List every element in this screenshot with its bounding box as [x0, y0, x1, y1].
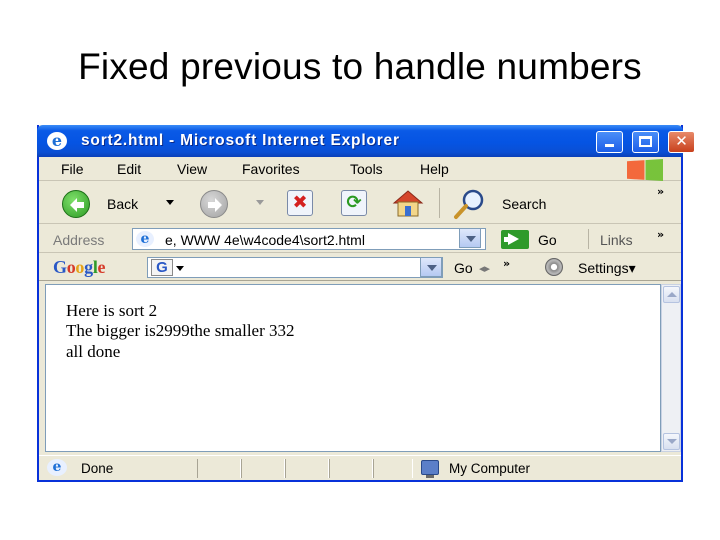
search-button[interactable]: Search [502, 196, 546, 212]
stop-icon: ✖ [292, 192, 308, 213]
google-menu-dropdown-icon[interactable] [176, 266, 184, 271]
page-text-line: The bigger is2999the smaller 332 [66, 321, 295, 340]
go-button[interactable]: Go [538, 232, 557, 248]
status-page-icon: e [47, 459, 67, 476]
google-settings-button[interactable]: Settings▾ [578, 260, 636, 277]
status-pane [329, 459, 373, 478]
links-separator [588, 229, 589, 249]
address-input[interactable]: e e, WWW 4e\w4code4\sort2.html [132, 228, 486, 250]
page-content: Here is sort 2 The bigger is2999the smal… [45, 284, 661, 452]
google-overflow-icon[interactable]: » [503, 257, 510, 270]
page-icon: e [136, 231, 154, 247]
menu-favorites[interactable]: Favorites [242, 161, 300, 177]
status-pane [197, 459, 241, 478]
toolbar-separator [439, 188, 440, 218]
google-search-dropdown-button[interactable] [420, 257, 442, 277]
menu-file[interactable]: File [61, 161, 84, 177]
back-button[interactable] [62, 190, 90, 218]
address-dropdown-button[interactable] [459, 228, 481, 248]
google-logo-letter: o [75, 257, 85, 277]
google-toolbar: Google G Go ◂▸ » Settings▾ [39, 253, 681, 281]
my-computer-icon [421, 460, 439, 478]
forward-dropdown-icon[interactable] [256, 200, 264, 205]
search-icon[interactable] [453, 188, 487, 220]
google-go-button[interactable]: Go [454, 260, 473, 276]
home-button[interactable] [391, 188, 425, 218]
menu-tools[interactable]: Tools [350, 161, 383, 177]
refresh-icon: ⟳ [346, 192, 362, 213]
google-logo-letter: g [84, 257, 93, 277]
stop-button[interactable]: ✖ [287, 190, 313, 216]
security-zone-text: My Computer [449, 461, 531, 476]
links-button[interactable]: Links [600, 232, 633, 248]
menu-help[interactable]: Help [420, 161, 449, 177]
refresh-button[interactable]: ⟳ [341, 190, 367, 216]
links-overflow-icon[interactable]: » [657, 228, 664, 241]
menu-edit[interactable]: Edit [117, 161, 141, 177]
address-value[interactable]: e, WWW 4e\w4code4\sort2.html [165, 232, 365, 248]
slide-title: Fixed previous to handle numbers [78, 46, 642, 87]
standard-toolbar: Back ✖ ⟳ Search » [39, 182, 681, 224]
google-search-input[interactable]: G [147, 257, 443, 278]
toolbar-overflow-icon[interactable]: » [657, 185, 664, 198]
window-title: sort2.html - Microsoft Internet Explorer [81, 132, 400, 149]
address-label: Address [53, 232, 105, 248]
page-text-line: all done [66, 342, 121, 361]
page-text-line: Here is sort 2 [66, 301, 158, 320]
status-text: Done [81, 461, 114, 476]
google-nav-arrows-icon[interactable]: ◂▸ [479, 262, 490, 275]
minimize-button[interactable] [596, 131, 623, 153]
vertical-scrollbar[interactable] [661, 284, 681, 452]
minimize-icon [605, 144, 614, 147]
settings-gear-icon[interactable] [545, 258, 563, 276]
windows-logo-icon [627, 159, 663, 181]
status-pane [241, 459, 285, 478]
menu-view[interactable]: View [177, 161, 207, 177]
menu-bar: File Edit View Favorites Tools Help [39, 157, 681, 181]
close-icon: ✕ [675, 132, 688, 150]
forward-button[interactable] [200, 190, 228, 218]
scroll-up-button[interactable] [663, 286, 680, 303]
address-bar: Address e e, WWW 4e\w4code4\sort2.html G… [39, 225, 681, 253]
back-label[interactable]: Back [107, 196, 138, 212]
close-button[interactable]: ✕ [668, 131, 695, 153]
maximize-icon [639, 136, 652, 147]
google-logo-letter: G [53, 257, 67, 277]
status-pane [285, 459, 329, 478]
google-g-icon[interactable]: G [151, 259, 173, 276]
google-logo[interactable]: Google [53, 257, 106, 278]
browser-window: e sort2.html - Microsoft Internet Explor… [37, 125, 695, 482]
title-bar[interactable]: e sort2.html - Microsoft Internet Explor… [37, 125, 695, 157]
status-bar: e Done My Computer [39, 455, 681, 480]
go-arrow-icon[interactable] [501, 230, 529, 249]
forward-arrow-icon [208, 198, 222, 212]
back-dropdown-icon[interactable] [166, 200, 174, 205]
internet-explorer-icon: e [47, 132, 67, 150]
status-pane [373, 459, 413, 478]
maximize-button[interactable] [632, 131, 659, 153]
google-logo-letter: e [97, 257, 106, 277]
back-arrow-icon [70, 198, 84, 212]
scroll-down-button[interactable] [663, 433, 680, 450]
